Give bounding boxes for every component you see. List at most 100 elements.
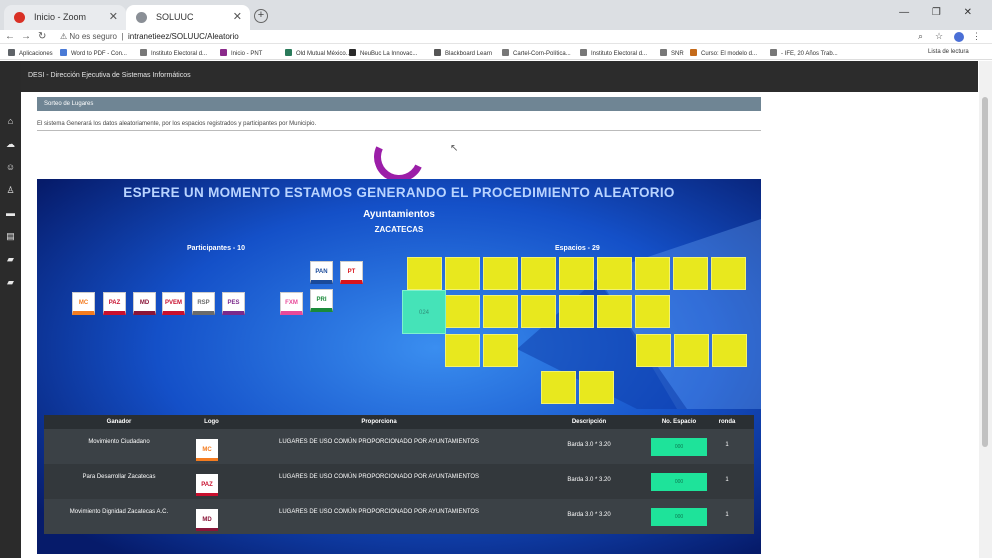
tab-strip: Inicio - Zoom ✕ SOLUUC ✕ + — ❐ ✕ xyxy=(0,0,992,30)
stage-subtitle: Ayuntamientos xyxy=(363,209,435,220)
warning-icon: ⚠ xyxy=(60,32,68,41)
header-round: ronda xyxy=(718,419,736,425)
winner-cell: Para Desarrollar Zacatecas xyxy=(82,474,156,480)
bookmark-label: NeuBuc La Innovac... xyxy=(360,51,418,57)
bookmark-label: SNR xyxy=(671,51,684,57)
profile-avatar[interactable] xyxy=(954,32,964,42)
header-space: No. Espacio xyxy=(661,419,697,425)
bookmark-label: Curso: El modelo d... xyxy=(701,51,758,57)
winner-cell: Movimiento Ciudadano xyxy=(88,439,150,445)
bookmark-item[interactable]: Cartel-Corn-Política... xyxy=(502,49,571,57)
tab-soluuc[interactable]: SOLUUC ✕ xyxy=(126,5,250,30)
space-slot xyxy=(521,295,556,328)
app-sidebar: ⌂ ☁ ☺ ♙ ▬ ▤ ▰ ▰ xyxy=(0,61,21,558)
close-tab-icon[interactable]: ✕ xyxy=(233,10,242,23)
space-slot xyxy=(407,257,442,290)
stage-state: ZACATECAS xyxy=(374,225,424,234)
bookmark-item[interactable]: Old Mutual México... xyxy=(285,49,351,57)
new-tab-button[interactable]: + xyxy=(254,9,268,23)
space-slot xyxy=(521,257,556,290)
table-row: Para Desarrollar Zacatecas PAZ LUGARES DE … xyxy=(44,464,754,499)
space-slot xyxy=(636,334,671,367)
space-slot xyxy=(712,334,747,367)
party-logo: PVEM xyxy=(162,292,185,315)
bookmark-item[interactable]: - IFE, 20 Años Trab... xyxy=(770,49,838,57)
bookmark-item[interactable]: Curso: El modelo d... xyxy=(690,49,757,57)
party-logo: PT xyxy=(340,261,363,284)
party-logo: PAN xyxy=(310,261,333,284)
person-icon[interactable]: ♙ xyxy=(5,185,16,196)
space-slot xyxy=(711,257,746,290)
bookmark-label: Cartel-Corn-Política... xyxy=(513,51,571,57)
party-logo: MC xyxy=(196,439,218,461)
table-header: Ganador Logo Proporciona Descripción No.… xyxy=(44,415,754,429)
bookmark-icon xyxy=(220,49,227,56)
scrollbar-thumb[interactable] xyxy=(982,97,988,447)
party-logo: MD xyxy=(196,509,218,531)
window-controls[interactable]: — ❐ ✕ xyxy=(899,7,982,18)
menu-icon[interactable]: ⋮ xyxy=(972,31,981,42)
panel-description: El sistema Generará los datos aleatoriam… xyxy=(37,121,317,127)
bookmark-label: - IFE, 20 Años Trab... xyxy=(781,51,838,57)
not-secure-label: No es seguro xyxy=(69,32,117,41)
description-cell: Barda 3.0 * 3.20 xyxy=(567,442,611,448)
table-icon[interactable]: ▤ xyxy=(5,231,16,242)
search-icon[interactable]: ⌕ xyxy=(918,31,923,42)
header-description: Descripción xyxy=(571,419,607,425)
provides-cell: LUGARES DE USO COMÚN PROPORCIONADO POR A… xyxy=(278,439,480,445)
bookmark-icon xyxy=(8,49,15,56)
zoom-favicon-icon xyxy=(14,12,25,23)
space-slot xyxy=(445,257,480,290)
back-icon[interactable]: ← xyxy=(5,30,15,44)
app-header: DESI - Dirección Ejecutiva de Sistemas I… xyxy=(0,61,978,92)
header-provides: Proporciona xyxy=(361,419,397,425)
spaces-label: Espacios - 29 xyxy=(555,245,600,252)
waiting-message: ESPERE UN MOMENTO ESTAMOS GENERANDO EL P… xyxy=(123,185,675,200)
space-slot xyxy=(483,334,518,367)
star-icon[interactable]: ☆ xyxy=(935,31,943,42)
bookmark-icon xyxy=(140,49,147,56)
bookmark-item[interactable]: Instituto Electoral d... xyxy=(140,49,207,57)
car-icon[interactable]: ▬ xyxy=(5,208,16,219)
provides-cell: LUGARES DE USO COMÚN PROPORCIONADO POR A… xyxy=(278,474,480,480)
bookmark-item[interactable]: Inicio - PNT xyxy=(220,49,262,57)
random-draw-stage: ESPERE UN MOMENTO ESTAMOS GENERANDO EL P… xyxy=(37,179,761,554)
participants-label: Participantes - 10 xyxy=(187,245,245,252)
bookmark-icon xyxy=(434,49,441,56)
users-icon[interactable]: ☺ xyxy=(5,162,16,173)
bookmark-icon xyxy=(60,49,67,56)
bookmark-item[interactable]: Instituto Electoral d... xyxy=(580,49,647,57)
space-slot xyxy=(559,257,594,290)
description-cell: Barda 3.0 * 3.20 xyxy=(567,477,611,483)
tab-label: SOLUUC xyxy=(156,12,194,22)
round-cell: 1 xyxy=(725,512,729,518)
folder-icon[interactable]: ▰ xyxy=(5,254,16,265)
bookmark-label: Blackboard Learn xyxy=(445,51,493,57)
app-title: DESI - Dirección Ejecutiva de Sistemas I… xyxy=(28,72,191,79)
bookmark-item[interactable]: Blackboard Learn xyxy=(434,49,492,57)
home-icon[interactable]: ⌂ xyxy=(5,116,16,127)
round-cell: 1 xyxy=(725,442,729,448)
cloud-icon[interactable]: ☁ xyxy=(5,139,16,150)
reading-list[interactable]: Lista de lectura xyxy=(928,49,969,55)
close-tab-icon[interactable]: ✕ xyxy=(109,10,118,23)
table-row: Movimiento Ciudadano MC LUGARES DE USO COM… xyxy=(44,429,754,464)
forward-icon[interactable]: → xyxy=(21,30,31,44)
url-text: intranetieez/SOLUUC/Aleatorio xyxy=(127,32,239,41)
panel-title: Sorteo de Lugares xyxy=(37,97,761,111)
bookmark-item[interactable]: Word to PDF - Con... xyxy=(60,49,127,57)
space-slot xyxy=(579,371,614,404)
bookmark-item[interactable]: SNR xyxy=(660,49,684,57)
bookmark-item[interactable]: Aplicaciones xyxy=(8,49,53,57)
reload-icon[interactable]: ↻ xyxy=(38,30,46,44)
party-logo: PRI xyxy=(310,289,333,312)
folder-icon[interactable]: ▰ xyxy=(5,277,16,288)
space-number-badge: 000 xyxy=(651,508,707,526)
tab-zoom[interactable]: Inicio - Zoom ✕ xyxy=(4,5,126,30)
url-field[interactable]: ⚠ No es seguro | intranetieez/SOLUUC/Ale… xyxy=(60,30,239,44)
party-logo: MC xyxy=(72,292,95,315)
space-slot xyxy=(483,295,518,328)
bookmark-item[interactable]: NeuBuc La Innovac... xyxy=(349,49,417,57)
space-slot xyxy=(674,334,709,367)
bookmark-icon xyxy=(502,49,509,56)
